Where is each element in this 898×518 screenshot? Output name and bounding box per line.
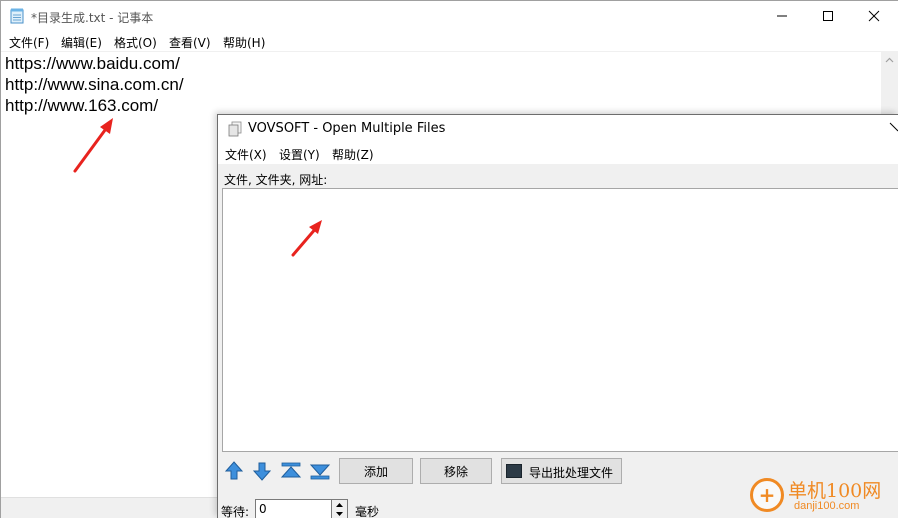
text-line: http://www.sina.com.cn/ — [5, 75, 184, 94]
spin-up-button[interactable] — [332, 500, 347, 509]
notepad-menu-bar: 文件(F) 编辑(E) 格式(O) 查看(V) 帮助(H) — [1, 31, 898, 51]
wait-unit: 毫秒 — [355, 505, 380, 518]
watermark: + 单机100网 danji100.com — [748, 476, 898, 518]
add-button[interactable]: 添加 — [339, 458, 413, 484]
menu-file[interactable]: 文件(X) — [225, 146, 267, 163]
spin-down-icon — [336, 511, 343, 516]
watermark-text: 单机100网 — [788, 480, 882, 502]
close-icon[interactable] — [888, 121, 898, 135]
wait-spinner[interactable] — [332, 499, 348, 518]
arrow-down-icon — [252, 462, 272, 481]
menu-format[interactable]: 格式(O) — [114, 34, 157, 51]
menu-file[interactable]: 文件(F) — [9, 34, 49, 51]
vovsoft-title-bar[interactable]: VOVSOFT - Open Multiple Files — [218, 115, 898, 143]
red-arrow-icon — [291, 220, 322, 257]
list-label: 文件, 文件夹, 网址: — [224, 173, 328, 187]
menu-settings[interactable]: 设置(Y) — [279, 146, 320, 163]
scroll-up-button[interactable] — [881, 53, 898, 67]
move-down-button[interactable] — [250, 458, 274, 484]
text-line: http://www.163.com/ — [5, 96, 159, 115]
chevron-up-icon — [885, 57, 894, 63]
menu-view[interactable]: 查看(V) — [169, 34, 211, 51]
maximize-button[interactable] — [805, 1, 851, 31]
notepad-app-icon — [10, 8, 24, 24]
menu-help[interactable]: 帮助(H) — [223, 34, 265, 51]
vovsoft-window-title: VOVSOFT - Open Multiple Files — [248, 121, 446, 136]
arrow-bottom-icon — [309, 464, 331, 480]
vovsoft-window: VOVSOFT - Open Multiple Files 文件(X) 设置(Y… — [217, 114, 898, 518]
minimize-icon — [777, 15, 787, 17]
red-arrow-icon — [73, 118, 113, 173]
remove-button[interactable]: 移除 — [420, 458, 492, 484]
export-batch-label: 导出批处理文件 — [529, 466, 614, 480]
watermark-url: danji100.com — [794, 500, 860, 512]
menu-edit[interactable]: 编辑(E) — [61, 34, 102, 51]
wait-input[interactable]: 0 — [255, 499, 332, 518]
files-app-icon — [228, 121, 242, 137]
move-bottom-button[interactable] — [308, 458, 332, 484]
text-line: https://www.baidu.com/ — [5, 54, 180, 73]
menu-help[interactable]: 帮助(Z) — [332, 146, 374, 163]
arrow-up-icon — [224, 461, 244, 480]
spin-down-button[interactable] — [332, 509, 347, 518]
wait-label: 等待: — [221, 505, 250, 518]
notepad-title-bar[interactable]: *目录生成.txt - 记事本 — [1, 1, 898, 31]
horizontal-scrollbar[interactable] — [1, 497, 219, 518]
vovsoft-menu-bar: 文件(X) 设置(Y) 帮助(Z) — [218, 143, 898, 164]
close-button[interactable] — [851, 1, 897, 31]
move-up-button[interactable] — [222, 458, 246, 484]
move-top-button[interactable] — [279, 458, 303, 484]
export-batch-button[interactable]: 导出批处理文件 — [501, 458, 622, 484]
plus-logo-icon: + — [750, 478, 784, 512]
minimize-button[interactable] — [759, 1, 805, 31]
spin-up-icon — [336, 502, 343, 507]
notepad-window-title: *目录生成.txt - 记事本 — [31, 11, 154, 25]
close-icon — [868, 10, 880, 22]
terminal-icon — [506, 464, 522, 478]
arrow-top-icon — [280, 462, 302, 478]
maximize-icon — [823, 11, 833, 21]
